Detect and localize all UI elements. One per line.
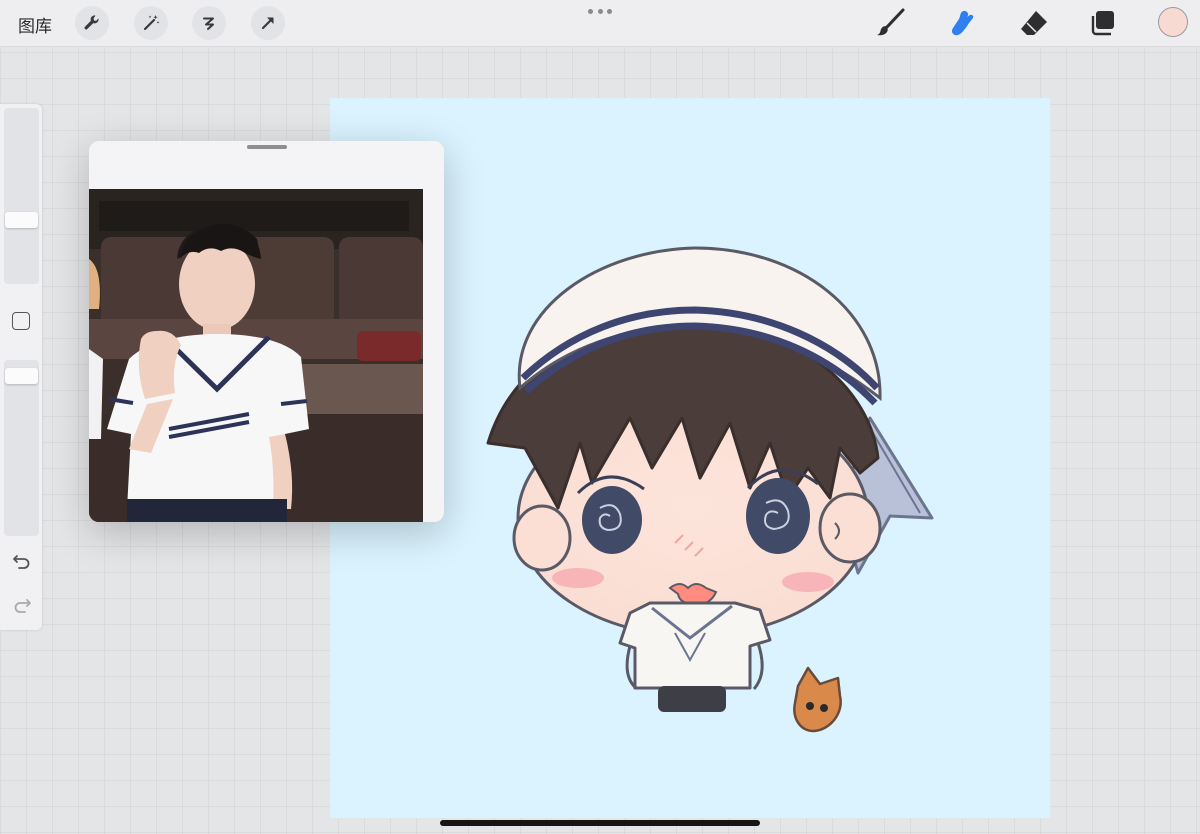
selection-button[interactable]	[192, 6, 226, 40]
left-ear	[512, 504, 572, 572]
reference-photo	[89, 189, 423, 522]
left-eye	[582, 486, 642, 554]
reference-window-grabber[interactable]	[247, 145, 287, 149]
transform-button[interactable]	[251, 6, 285, 40]
body-shirt	[618, 601, 772, 690]
smudge-tool-button[interactable]	[945, 7, 979, 39]
wrench-icon	[84, 15, 99, 30]
eraser-icon	[1021, 11, 1047, 35]
small-fox	[793, 666, 842, 733]
brush-size-slider-thumb[interactable]	[5, 212, 38, 228]
pants	[658, 686, 726, 712]
transform-arrow-icon	[261, 17, 274, 30]
right-ear	[818, 492, 882, 564]
top-toolbar: 图库	[0, 0, 1200, 47]
adjustments-button[interactable]	[134, 6, 168, 40]
left-blush	[552, 568, 604, 588]
modify-square-icon[interactable]	[12, 312, 30, 330]
right-eye	[746, 478, 810, 554]
redo-icon[interactable]	[11, 594, 33, 616]
more-options-icon[interactable]	[588, 4, 612, 18]
smudge-icon	[951, 10, 974, 36]
magic-wand-icon	[143, 15, 160, 31]
selection-icon	[203, 17, 214, 30]
undo-icon[interactable]	[11, 550, 33, 572]
left-sidebar	[0, 104, 42, 630]
color-picker-swatch[interactable]	[1158, 7, 1188, 37]
opacity-slider[interactable]	[4, 360, 39, 536]
right-blush	[782, 572, 834, 592]
eraser-tool-button[interactable]	[1016, 7, 1050, 39]
brush-icon	[877, 8, 905, 36]
brush-tool-button[interactable]	[873, 7, 907, 39]
layers-icon	[1091, 11, 1114, 36]
right-arm	[752, 642, 764, 690]
reference-window[interactable]	[89, 141, 444, 522]
brush-size-slider[interactable]	[4, 108, 39, 284]
home-indicator[interactable]	[440, 820, 760, 826]
gallery-button[interactable]: 图库	[18, 12, 52, 37]
actions-button[interactable]	[75, 6, 109, 40]
opacity-slider-thumb[interactable]	[5, 368, 38, 384]
layers-tool-button[interactable]	[1087, 7, 1121, 39]
